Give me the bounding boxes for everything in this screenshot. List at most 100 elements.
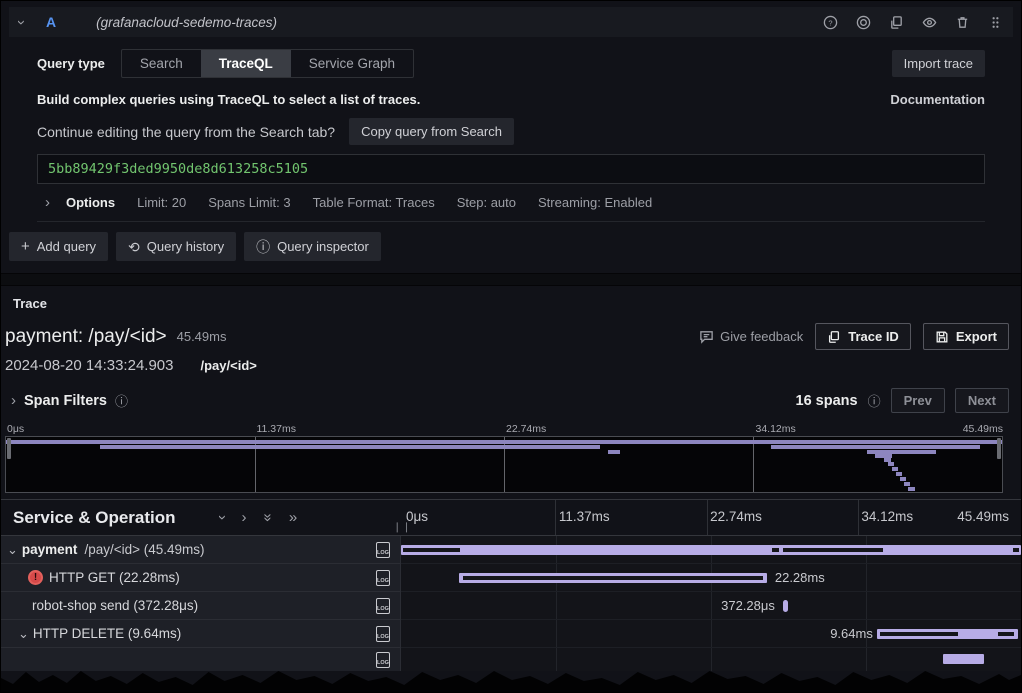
query-type-row: Query type Search TraceQL Service Graph …: [37, 49, 985, 78]
minimap-span-bar: [900, 477, 906, 481]
logs-icon[interactable]: LOG: [376, 570, 390, 586]
minimap-gridline: [753, 437, 754, 492]
trace-duration: 45.49ms: [177, 329, 227, 344]
trace-minimap[interactable]: 0μs 11.37ms 22.74ms 34.12ms 45.49ms: [5, 423, 1003, 493]
logs-icon[interactable]: LOG: [376, 652, 390, 668]
logs-icon[interactable]: LOG: [376, 542, 390, 558]
timeline-gridline: [866, 592, 867, 619]
export-button[interactable]: Export: [923, 323, 1009, 350]
trace-route: /pay/<id>: [200, 358, 256, 373]
query-type-label: Query type: [37, 56, 105, 71]
span-name: robot-shop send (372.28μs): [32, 598, 198, 613]
traceql-query-input[interactable]: 5bb89429f3ded9950de8d613258c5105: [37, 154, 985, 184]
import-trace-button[interactable]: Import trace: [892, 50, 985, 77]
logs-icon[interactable]: LOG: [376, 598, 390, 614]
tab-service-graph[interactable]: Service Graph: [291, 50, 413, 77]
documentation-link[interactable]: Documentation: [890, 92, 985, 107]
trace-id-button[interactable]: Trace ID: [815, 323, 911, 350]
collapse-all-icon[interactable]: »: [260, 513, 275, 521]
span-filters-info-icon[interactable]: ⓘ: [115, 391, 128, 410]
span-service: payment: [22, 542, 78, 557]
tab-traceql[interactable]: TraceQL: [201, 50, 291, 77]
minimap-tick: 45.49ms: [963, 423, 1003, 435]
timeline-header: Service & Operation › › » » ❘❘ 0μs 11.37…: [1, 499, 1021, 536]
minimap-viewport-handle-right[interactable]: [997, 438, 1001, 459]
span-rows: ⌄ payment /pay/<id> (45.49ms) LOG: [1, 536, 1021, 671]
span-filters-expand-icon[interactable]: ›: [11, 393, 16, 408]
expand-one-icon[interactable]: ›: [242, 510, 247, 525]
drag-handle-icon[interactable]: [987, 14, 1003, 30]
continue-editing-text: Continue editing the query from the Sear…: [37, 124, 335, 140]
help-icon[interactable]: ?: [822, 14, 838, 30]
span-name: HTTP GET (22.28ms): [49, 570, 180, 585]
timeline-gridline: [556, 620, 557, 647]
query-history-button[interactable]: ⟲ Query history: [116, 232, 236, 261]
chevron-down-icon[interactable]: ⌄: [7, 542, 18, 558]
span-row-http-delete[interactable]: ⌄ HTTP DELETE (9.64ms) LOG 9.64ms: [1, 620, 1021, 648]
minimap-span-bar: [608, 450, 620, 454]
give-feedback-link[interactable]: Give feedback: [699, 329, 803, 344]
timeline-gridline: [556, 592, 557, 619]
add-query-button[interactable]: + Add query: [9, 232, 108, 261]
span-row-http-get[interactable]: ! HTTP GET (22.28ms) LOG 22.28ms: [1, 564, 1021, 592]
continue-row: Continue editing the query from the Sear…: [37, 118, 985, 145]
hide-response-icon[interactable]: [921, 14, 937, 30]
disable-query-icon[interactable]: [855, 14, 871, 30]
minimap-canvas[interactable]: [5, 436, 1003, 493]
span-filters-row: › Span Filters ⓘ 16 spans ⓘ Prev Next: [1, 374, 1021, 423]
span-bar-payment[interactable]: [401, 545, 1021, 555]
trace-panel-title: Trace: [1, 286, 1021, 315]
collapse-one-icon[interactable]: ›: [215, 515, 230, 520]
collapse-query-icon[interactable]: ›: [14, 20, 29, 25]
trace-timestamp: 2024-08-20 14:33:24.903: [5, 357, 173, 374]
copy-query-from-search-button[interactable]: Copy query from Search: [349, 118, 514, 145]
span-row-payment[interactable]: ⌄ payment /pay/<id> (45.49ms) LOG: [1, 536, 1021, 564]
query-row-header[interactable]: › A (grafanacloud-sedemo-traces) ?: [9, 7, 1013, 37]
options-expand-icon[interactable]: ›: [45, 195, 50, 210]
prev-button[interactable]: Prev: [891, 388, 945, 413]
info-icon: ⓘ: [256, 240, 270, 254]
logs-icon[interactable]: LOG: [376, 626, 390, 642]
chevron-down-icon[interactable]: ⌄: [18, 626, 29, 642]
options-row[interactable]: › Options Limit: 20 Spans Limit: 3 Table…: [37, 184, 985, 222]
comment-icon: [699, 329, 714, 344]
expand-all-icon[interactable]: »: [289, 510, 297, 525]
hint-row: Build complex queries using TraceQL to s…: [37, 92, 985, 107]
span-row-robot-shop[interactable]: robot-shop send (372.28μs) LOG 372.28μs: [1, 592, 1021, 620]
timeline-gridline: [556, 648, 557, 671]
span-bar-robot-shop[interactable]: [783, 600, 788, 612]
span-duration-label: 372.28μs: [721, 598, 775, 613]
span-bar-partial[interactable]: [943, 654, 984, 664]
tick-divider: [858, 500, 859, 535]
grafana-explore-page: › A (grafanacloud-sedemo-traces) ?: [0, 0, 1022, 693]
span-bar-http-delete[interactable]: [877, 629, 1018, 639]
history-icon: ⟲: [128, 240, 140, 254]
minimap-tick: 0μs: [7, 423, 24, 435]
query-inspector-button[interactable]: ⓘ Query inspector: [244, 232, 381, 261]
span-row-partial[interactable]: LOG: [1, 648, 1021, 671]
trace-panel: Trace payment: /pay/<id> 45.49ms Give fe…: [1, 286, 1021, 671]
option-step: Step: auto: [457, 195, 516, 210]
error-icon: !: [28, 570, 43, 585]
remove-query-icon[interactable]: [954, 14, 970, 30]
minimap-tick: 34.12ms: [755, 423, 795, 435]
query-ref-id: A: [46, 14, 56, 30]
next-button[interactable]: Next: [955, 388, 1009, 413]
tab-search[interactable]: Search: [122, 50, 201, 77]
minimap-span-bar: [771, 445, 980, 449]
timeline-tick: 34.12ms: [861, 509, 913, 524]
timeline-tick: 22.74ms: [710, 509, 762, 524]
duplicate-query-icon[interactable]: [888, 14, 904, 30]
query-row-actions: ?: [822, 14, 1003, 30]
span-bar-http-get[interactable]: [459, 573, 768, 583]
option-table-format: Table Format: Traces: [313, 195, 435, 210]
datasource-name: (grafanacloud-sedemo-traces): [96, 15, 277, 30]
minimap-viewport-handle-left[interactable]: [7, 438, 11, 459]
span-count-info-icon[interactable]: ⓘ: [868, 391, 881, 410]
minimap-span-bar: [896, 472, 902, 476]
timeline-header-icons: › › » »: [220, 510, 298, 525]
minimap-span-bar: [908, 487, 915, 491]
plus-icon: +: [21, 238, 30, 255]
minimap-span-bar: [100, 445, 600, 449]
timeline-gridline: [866, 564, 867, 591]
